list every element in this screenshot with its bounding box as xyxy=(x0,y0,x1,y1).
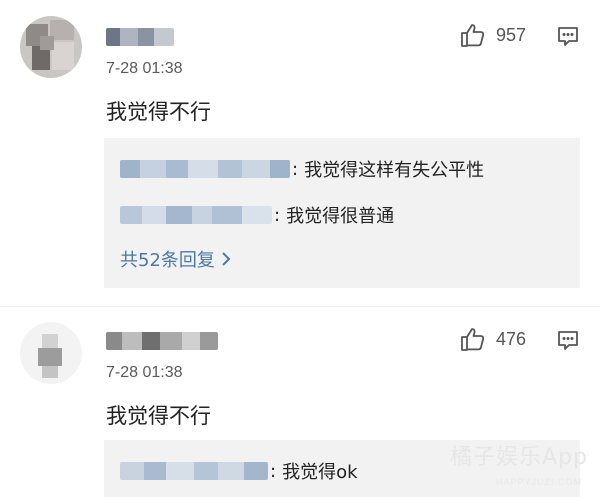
comment-options-icon[interactable] xyxy=(556,24,580,48)
avatar[interactable] xyxy=(20,16,82,78)
watermark-logo: 橘子娱乐App xyxy=(450,445,588,470)
reply-username[interactable] xyxy=(120,462,268,480)
comment-options-icon[interactable] xyxy=(556,328,580,352)
watermark-url: HAPPYJUZI.COM xyxy=(495,477,582,487)
avatar[interactable] xyxy=(20,322,82,384)
reply-box: : 我觉得这样有失公平性 : 我觉得很普通 共52条回复 xyxy=(104,138,580,288)
reply-text: 我觉得ok xyxy=(282,462,358,483)
comment-text: 我觉得不行 xyxy=(106,404,211,428)
comment-time: 7-28 01:38 xyxy=(106,364,183,381)
reply-separator: : xyxy=(274,204,281,226)
reply-username[interactable] xyxy=(120,160,290,178)
comment-text: 我觉得不行 xyxy=(106,100,211,124)
reply-item[interactable]: : 我觉得很普通 xyxy=(120,202,394,228)
like-button[interactable]: 476 xyxy=(460,326,526,352)
comment-divider xyxy=(0,306,600,307)
like-button[interactable]: 957 xyxy=(460,22,526,48)
like-count: 957 xyxy=(496,24,527,45)
thumbs-up-icon xyxy=(461,328,485,351)
reply-separator: : xyxy=(292,158,299,180)
reply-text: 我觉得这样有失公平性 xyxy=(304,160,485,181)
comment-time: 7-28 01:38 xyxy=(106,60,183,77)
like-count: 476 xyxy=(496,328,527,349)
reply-item[interactable]: : 我觉得ok xyxy=(120,458,358,484)
reply-separator: : xyxy=(270,460,277,482)
username[interactable] xyxy=(106,28,174,46)
reply-item[interactable]: : 我觉得这样有失公平性 xyxy=(120,156,484,182)
username[interactable] xyxy=(106,332,218,350)
view-more-replies-link[interactable]: 共52条回复 xyxy=(120,246,231,272)
more-replies-label: 共52条回复 xyxy=(120,250,215,271)
reply-text: 我觉得很普通 xyxy=(286,206,395,227)
chevron-right-icon xyxy=(222,252,231,266)
thumbs-up-icon xyxy=(461,24,485,47)
reply-username[interactable] xyxy=(120,206,272,224)
